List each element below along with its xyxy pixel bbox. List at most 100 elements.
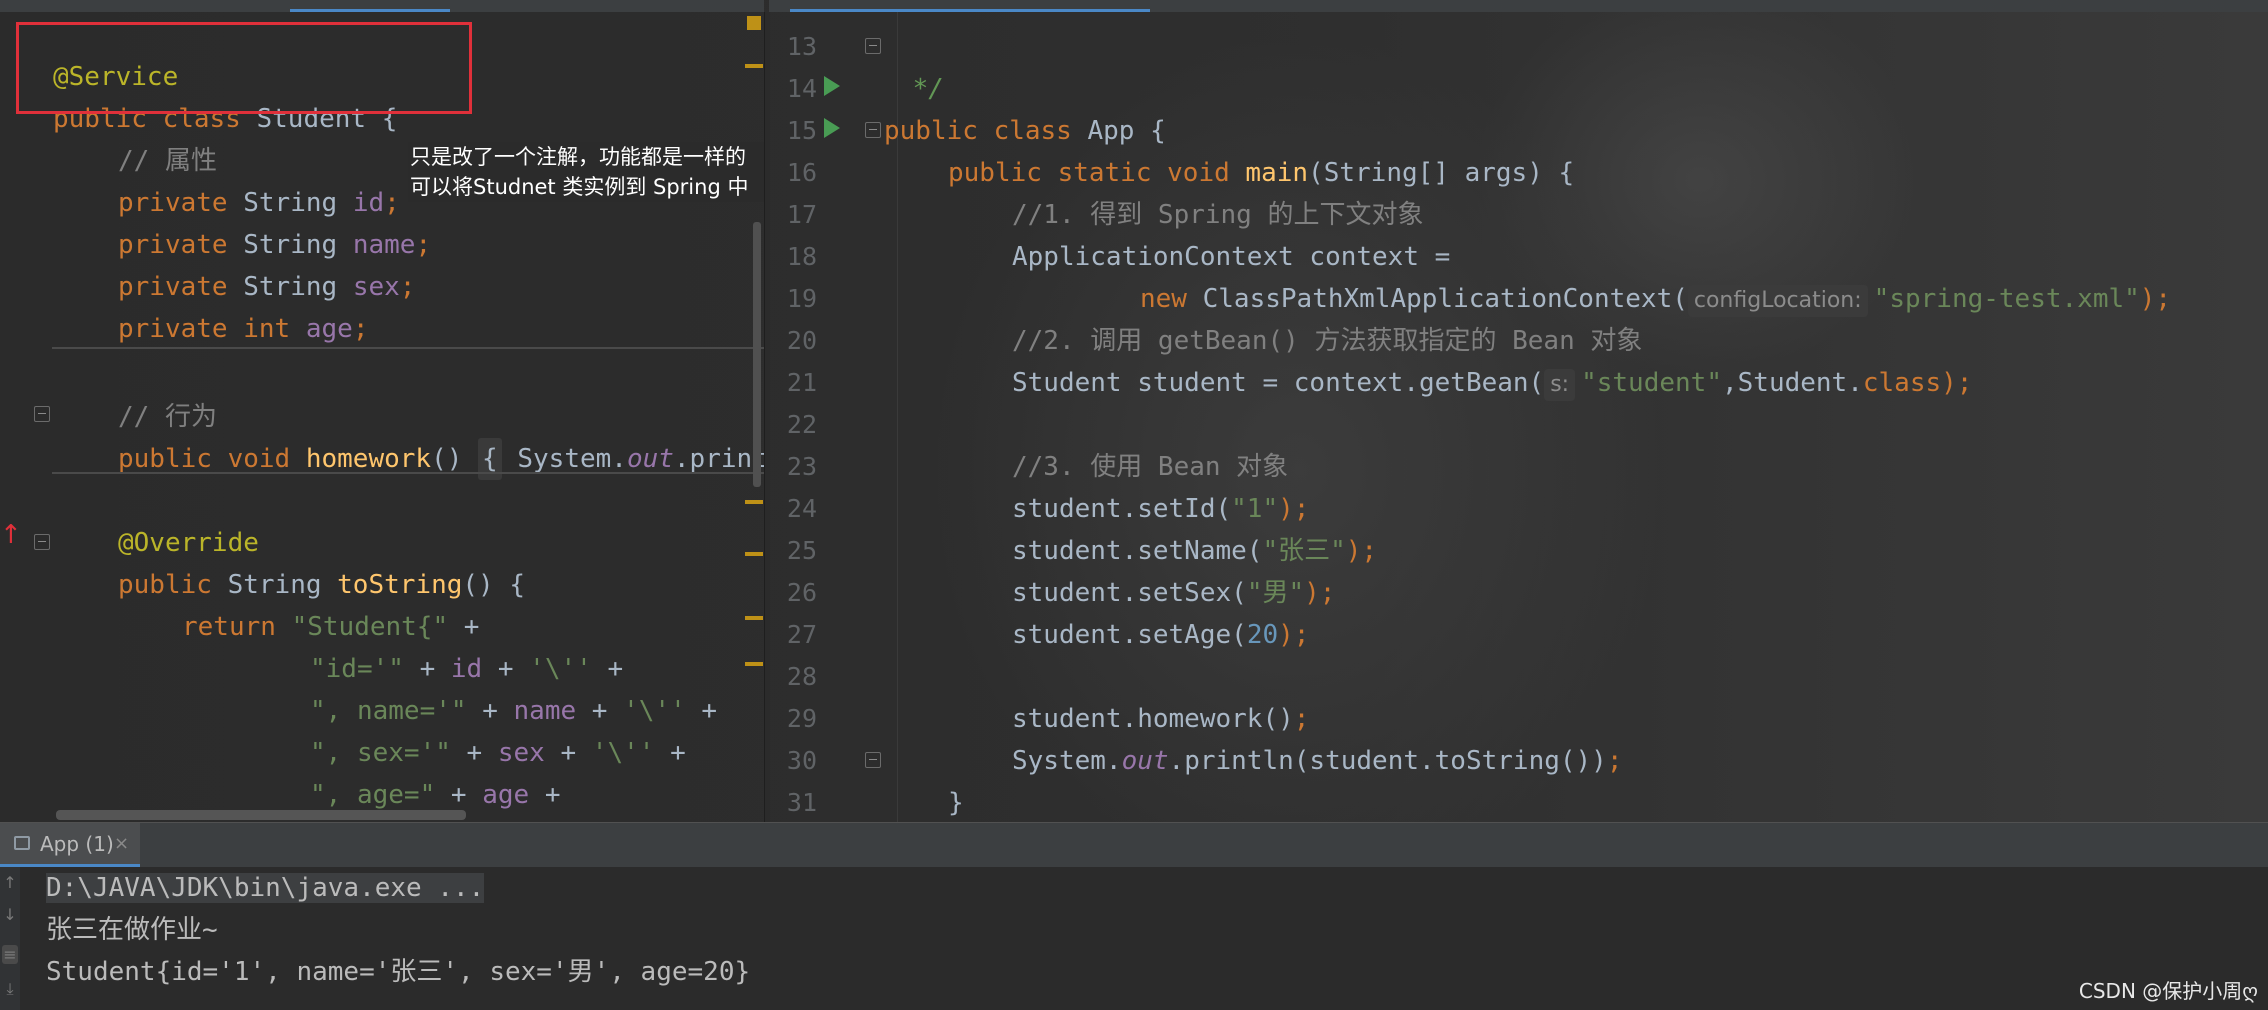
scroll-marker[interactable] bbox=[745, 552, 763, 556]
field-line: private int age; bbox=[118, 314, 369, 344]
string-literal: "Student{" bbox=[291, 612, 449, 642]
modifier: private bbox=[118, 230, 228, 260]
code-token: student.setSex( bbox=[1012, 578, 1247, 608]
char-literal: '\'' bbox=[529, 654, 592, 684]
fold-icon[interactable] bbox=[865, 752, 881, 768]
scroll-marker[interactable] bbox=[745, 64, 763, 68]
code-line: ", age=" + age + bbox=[310, 780, 561, 810]
comment-behavior: // 行为 bbox=[118, 402, 217, 432]
callout-line: 只是改了一个注解，功能都是一样的 bbox=[410, 145, 746, 169]
code-line: new ClassPathXmlApplicationContext(confi… bbox=[769, 236, 2171, 317]
string-literal: "student" bbox=[1581, 368, 1722, 398]
console-line: 张三在做作业~ bbox=[46, 915, 218, 945]
run-tab-label: App (1) bbox=[40, 832, 114, 856]
code-line: //3. 使用 Bean 对象 bbox=[769, 404, 1288, 482]
left-editor-student[interactable]: @Service public class Student { // 属性 pr… bbox=[0, 12, 764, 822]
modifier: private bbox=[118, 272, 228, 302]
vertical-scrollbar[interactable] bbox=[753, 222, 761, 487]
code-token: ); bbox=[2139, 284, 2172, 314]
code-token: () { bbox=[462, 570, 526, 600]
comment-properties: // 属性 bbox=[118, 146, 217, 176]
code-line: } bbox=[769, 740, 964, 818]
code-line: // 行为 bbox=[0, 354, 217, 432]
method-name-homework: homework bbox=[305, 444, 432, 474]
char-literal: '\'' bbox=[623, 696, 686, 726]
fold-icon[interactable] bbox=[865, 122, 881, 138]
string-literal: "1" bbox=[1231, 494, 1279, 524]
string-literal: "张三" bbox=[1262, 536, 1346, 566]
brace: { bbox=[1134, 116, 1166, 146]
code-token: Student student = context.getBean( bbox=[1012, 368, 1545, 398]
parameter-hint: configLocation: bbox=[1687, 285, 1868, 317]
comment: //1. 得到 Spring 的上下文对象 bbox=[1012, 200, 1424, 230]
method-modifier: public void bbox=[118, 444, 291, 474]
code-line: student.homework(); bbox=[769, 656, 1309, 734]
close-tab-icon[interactable]: × bbox=[114, 823, 129, 865]
scroll-marker[interactable] bbox=[745, 662, 763, 666]
code-token: student.homework() bbox=[1012, 704, 1294, 734]
code-token: ,Student. bbox=[1721, 368, 1863, 398]
scroll-marker[interactable] bbox=[745, 616, 763, 620]
code-line: public class App { bbox=[769, 68, 1166, 146]
code-token: .println(student.toString()) bbox=[1168, 746, 1607, 776]
field-ref: age bbox=[482, 780, 530, 810]
code-token: ); bbox=[1345, 536, 1378, 566]
code-line: "id='" + id + '\'' + bbox=[310, 654, 624, 684]
class-ref: ClassPathXmlApplicationContext( bbox=[1186, 284, 1688, 314]
arrow-down-icon[interactable]: ↓ bbox=[2, 905, 18, 924]
code-token: ApplicationContext context = bbox=[1012, 242, 1451, 272]
modifier: public bbox=[118, 570, 212, 600]
code-token: student.setName( bbox=[1012, 536, 1263, 566]
console-line: D:\JAVA\JDK\bin\java.exe ... bbox=[46, 867, 485, 909]
string-literal: "spring-test.xml" bbox=[1873, 284, 2140, 314]
code-token: ); bbox=[1941, 368, 1973, 398]
code-line: */ bbox=[769, 26, 944, 104]
code-token: ); bbox=[1278, 620, 1310, 650]
params: (String[] args) { bbox=[1308, 158, 1575, 188]
scroll-marker[interactable] bbox=[745, 500, 763, 504]
comment: //3. 使用 Bean 对象 bbox=[1012, 452, 1289, 482]
fold-icon[interactable] bbox=[865, 38, 881, 54]
right-editor-app[interactable]: 13 14 15 16 17 18 19 20 21 22 23 24 25 2… bbox=[769, 12, 2268, 822]
char-literal: '\'' bbox=[591, 738, 655, 768]
code-line: student.setSex("男"); bbox=[769, 530, 1335, 608]
method-modifier: public static void bbox=[948, 158, 1230, 188]
brace: } bbox=[948, 788, 964, 818]
console-icon bbox=[14, 836, 30, 850]
code-line: } bbox=[769, 782, 832, 822]
horizontal-scrollbar[interactable] bbox=[56, 810, 466, 820]
string-literal: ", sex='" bbox=[310, 738, 451, 768]
operator: + bbox=[448, 612, 480, 642]
warning-marker[interactable] bbox=[747, 16, 761, 30]
run-console[interactable]: ↑ ↓ ≡ ⤓ D:\JAVA\JDK\bin\java.exe ... 张三在… bbox=[0, 867, 2268, 1010]
code-line: public void homework() { System.out.prin… bbox=[0, 396, 764, 480]
code-line: //1. 得到 Spring 的上下文对象 bbox=[769, 152, 1424, 230]
callout-line: 可以将Studnet 类实例到 Spring 中 bbox=[410, 175, 749, 199]
code-line: ApplicationContext context = bbox=[769, 194, 1450, 272]
annotation-callout: 只是改了一个注解，功能都是一样的 可以将Studnet 类实例到 Spring … bbox=[408, 142, 764, 202]
arrow-up-icon[interactable]: ↑ bbox=[2, 873, 18, 892]
run-tab-app[interactable]: App (1) × bbox=[0, 823, 140, 867]
code-token: System. bbox=[501, 444, 627, 474]
modifier: private bbox=[118, 188, 228, 218]
code-line: student.setAge(20); bbox=[769, 572, 1309, 650]
code-line: @Override bbox=[0, 480, 259, 558]
code-line: student.setId("1"); bbox=[769, 446, 1309, 524]
method-separator bbox=[52, 347, 764, 349]
scroll-to-end-icon[interactable]: ⤓ bbox=[2, 979, 18, 999]
code-token: student.setAge( bbox=[1012, 620, 1247, 650]
console-toolbar: ↑ ↓ ≡ ⤓ bbox=[0, 867, 20, 1010]
soft-wrap-icon[interactable]: ≡ bbox=[2, 945, 18, 964]
console-command: D:\JAVA\JDK\bin\java.exe ... bbox=[46, 873, 485, 903]
method-name-main: main bbox=[1245, 158, 1309, 188]
parens: () bbox=[431, 444, 479, 474]
field-name: sex bbox=[352, 272, 400, 302]
code-line: ", name='" + name + '\'' + bbox=[310, 696, 718, 726]
modifier: private bbox=[118, 314, 228, 344]
semicolon: ; bbox=[1293, 704, 1310, 734]
comment: //2. 调用 getBean() 方法获取指定的 Bean 对象 bbox=[1012, 326, 1643, 356]
highlight-box bbox=[16, 22, 472, 114]
override-annotation: @Override bbox=[118, 528, 259, 558]
code-token: ); bbox=[1304, 578, 1336, 608]
field-line: private String name; bbox=[118, 230, 432, 260]
